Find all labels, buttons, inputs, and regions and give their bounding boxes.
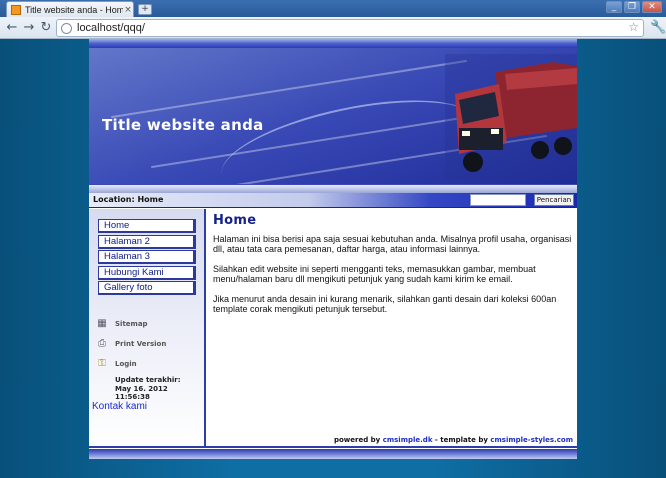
- footer-divider: [89, 446, 577, 448]
- menu-item-hubungi-kami[interactable]: Hubungi Kami: [98, 265, 196, 280]
- login-label: Login: [115, 360, 137, 368]
- main-content: Home Halaman ini bisa berisi apa saja se…: [209, 213, 573, 443]
- sitemap-icon: ▦: [97, 318, 107, 329]
- header-subbar: [89, 184, 577, 193]
- content-paragraph: Silahkan edit website ini seperti mengga…: [213, 264, 536, 284]
- key-icon: ⚿: [98, 358, 106, 369]
- window-titlebar: Title website anda - Home × + _ ❐ ✕: [0, 0, 666, 17]
- powered-by-text: powered by: [333, 436, 383, 444]
- search-input[interactable]: [470, 194, 526, 206]
- browser-tab[interactable]: Title website anda - Home ×: [6, 1, 134, 17]
- contact-link[interactable]: Kontak kami: [92, 401, 147, 412]
- browser-toolbar: ← → ↻ localhost/qqq/ ☆: [0, 17, 666, 39]
- top-stripe: [89, 39, 577, 48]
- last-update: Update terakhir: May 16. 2012 11:56:38: [115, 376, 181, 402]
- truck-image: [445, 54, 577, 180]
- favicon-icon: [11, 4, 21, 15]
- template-by-text: - template by: [432, 436, 491, 444]
- printer-icon: ⎙: [98, 338, 106, 349]
- styles-link[interactable]: cmsimple-styles.com: [490, 436, 573, 444]
- login-link[interactable]: ⚿ Login: [95, 358, 137, 370]
- minimize-button[interactable]: _: [606, 1, 622, 13]
- site-container: Title website anda Location: Home Pencar…: [89, 39, 577, 459]
- sitemap-label: Sitemap: [115, 320, 148, 328]
- cms-link[interactable]: cmsimple.dk: [383, 436, 433, 444]
- back-icon[interactable]: ←: [4, 20, 20, 36]
- tab-title: Title website anda - Home: [25, 4, 123, 15]
- address-bar[interactable]: localhost/qqq/ ☆: [56, 19, 644, 37]
- page-viewport: Title website anda Location: Home Pencar…: [0, 39, 666, 478]
- content-paragraph: Halaman ini bisa berisi apa saja sesuai …: [213, 234, 572, 254]
- page-heading: Home: [213, 213, 257, 228]
- close-window-button[interactable]: ✕: [642, 1, 662, 13]
- print-label: Print Version: [115, 340, 167, 348]
- bottom-stripe: [89, 449, 577, 459]
- print-link[interactable]: ⎙ Print Version: [95, 338, 166, 350]
- site-title: Title website anda: [102, 116, 264, 134]
- reload-icon[interactable]: ↻: [38, 20, 54, 36]
- footer-credits: powered by cmsimple.dk - template by cms…: [334, 436, 573, 444]
- menu-item-home[interactable]: Home: [98, 219, 196, 233]
- location-breadcrumb: Location: Home: [93, 195, 164, 204]
- tab-close-icon[interactable]: ×: [123, 5, 133, 15]
- wrench-icon[interactable]: 🔧: [650, 20, 666, 35]
- url-text[interactable]: localhost/qqq/: [77, 22, 145, 34]
- menu-item-halaman-2[interactable]: Halaman 2: [98, 234, 196, 249]
- new-tab-button[interactable]: +: [138, 4, 152, 15]
- page-info-icon[interactable]: [61, 22, 72, 34]
- menu-item-halaman-3[interactable]: Halaman 3: [98, 250, 196, 264]
- restore-button[interactable]: ❐: [624, 1, 640, 13]
- site-header: Title website anda: [89, 48, 577, 184]
- window-controls: _ ❐ ✕: [606, 1, 662, 13]
- update-date: May 16. 2012: [115, 384, 168, 393]
- content-paragraph: Jika menurut anda desain ini kurang mena…: [213, 294, 557, 314]
- update-label: Update terakhir:: [115, 376, 181, 384]
- sitemap-link[interactable]: ▦ Sitemap: [95, 318, 148, 330]
- location-bar: Location: Home Pencarian: [89, 193, 577, 208]
- search-button[interactable]: Pencarian: [534, 194, 574, 206]
- menu-item-gallery-foto[interactable]: Gallery foto: [98, 281, 196, 295]
- main-menu: Home Halaman 2 Halaman 3 Hubungi Kami Ga…: [98, 219, 196, 297]
- bookmark-star-icon[interactable]: ☆: [628, 20, 639, 34]
- forward-icon[interactable]: →: [21, 20, 37, 36]
